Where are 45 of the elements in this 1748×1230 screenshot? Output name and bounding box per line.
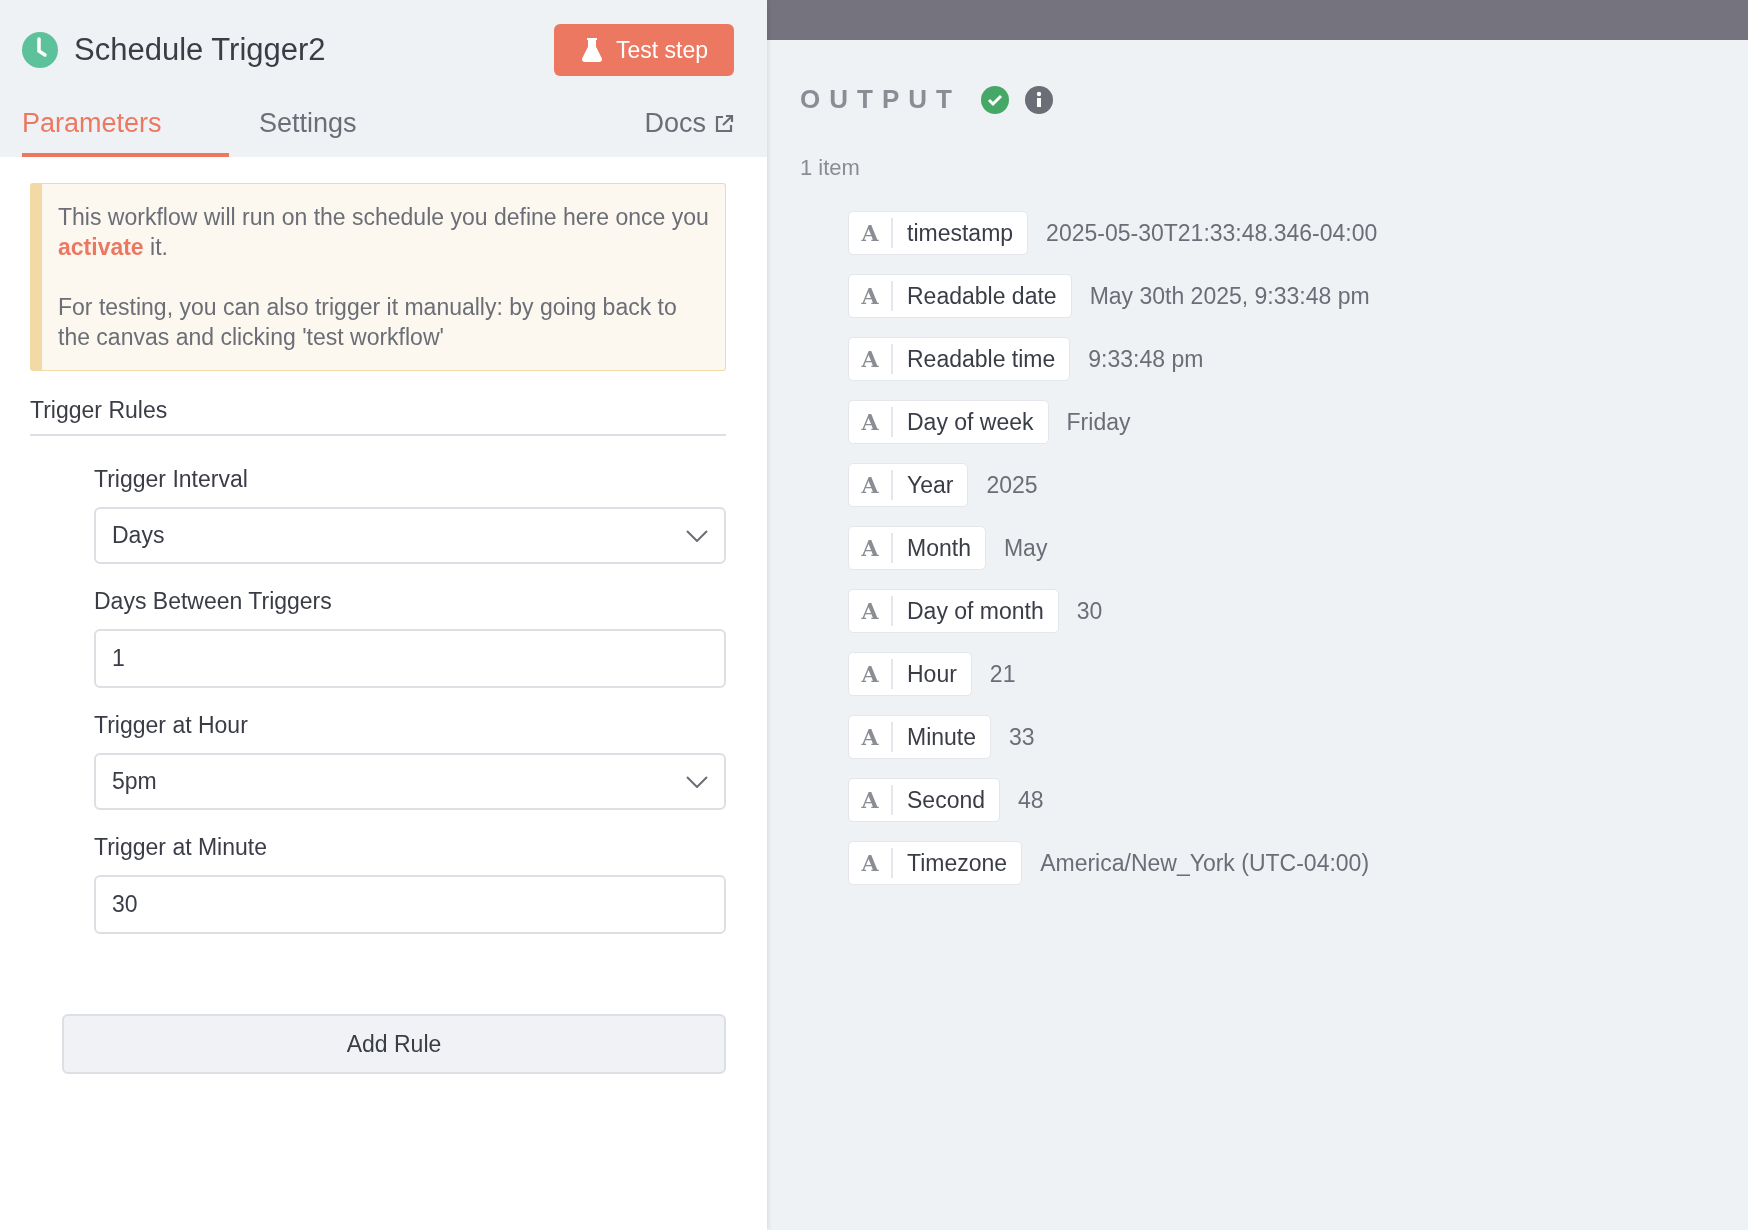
field-label: Trigger at Hour xyxy=(94,712,249,739)
field-label: Trigger Interval xyxy=(94,466,249,493)
notice-text: This workflow will run on the schedule you define here once you activate it. xyxy=(58,203,709,262)
section-title: Trigger Rules xyxy=(30,397,726,436)
notice-text: For testing, you can also trigger it manually: by going back to the canvas and clicking 'test workflow' xyxy=(58,293,678,352)
field-value: 33 xyxy=(1009,723,1035,751)
field-value: May 30th 2025, 9:33:48 pm xyxy=(1089,282,1370,310)
field-value: 2025-05-30T21:33:48.346-04:00 xyxy=(1046,219,1378,247)
field-key: timestamp xyxy=(893,219,1028,247)
field-key: Timezone xyxy=(893,849,1022,877)
node-title: Schedule Trigger2 xyxy=(74,32,326,68)
field-label: Days Between Triggers xyxy=(94,588,333,615)
field-value: 48 xyxy=(1018,786,1044,814)
field-value: 9:33:48 pm xyxy=(1088,345,1204,373)
field-value: 30 xyxy=(1076,597,1103,625)
field-key: Month xyxy=(893,534,985,562)
clock-icon xyxy=(22,32,58,68)
field-key: Minute xyxy=(893,723,991,751)
field-value: May xyxy=(1003,534,1048,562)
chevron-down-icon xyxy=(686,775,708,788)
field-key: Year xyxy=(893,471,968,499)
item-count: 1 item xyxy=(800,155,861,181)
chevron-down-icon xyxy=(686,529,708,542)
info-icon xyxy=(1024,85,1053,114)
field-label: Trigger at Minute xyxy=(94,834,268,861)
external-link-icon xyxy=(714,113,734,134)
field-key: Day of month xyxy=(893,597,1058,625)
field-key: Hour xyxy=(893,660,971,688)
select-field[interactable]: Days xyxy=(94,507,726,564)
field-key: Readable date xyxy=(893,282,1071,310)
field-key: Readable time xyxy=(893,345,1070,373)
field-value: 2025 xyxy=(986,471,1038,499)
field-key: Day of week xyxy=(893,408,1048,436)
field-key: Second xyxy=(893,786,999,814)
input-field[interactable]: 30 xyxy=(94,875,726,934)
select-field[interactable]: 5pm xyxy=(94,753,726,810)
field-value: Friday xyxy=(1066,408,1131,436)
output-title: OUTPUT xyxy=(800,84,961,115)
tab[interactable]: Settings xyxy=(229,108,429,157)
docs-link[interactable]: Docs xyxy=(644,108,734,157)
flask-icon xyxy=(581,38,602,62)
field-value: America/New_York (UTC-04:00) xyxy=(1040,849,1370,877)
input-field[interactable]: 1 xyxy=(94,629,726,688)
field-value: 21 xyxy=(989,660,1016,688)
add-rule-button[interactable]: Add Rule xyxy=(62,1014,726,1074)
